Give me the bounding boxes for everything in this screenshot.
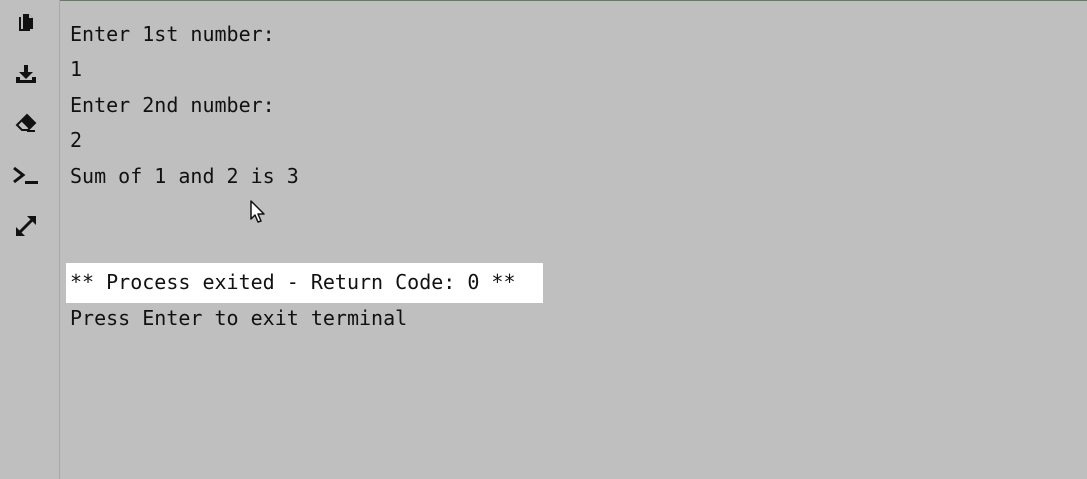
- terminal-icon: [13, 166, 38, 184]
- clear-button[interactable]: [10, 107, 42, 139]
- output-line: Enter 2nd number:: [70, 93, 275, 117]
- terminal-mode-button[interactable]: [10, 159, 42, 191]
- eraser-icon: [15, 113, 37, 132]
- download-button[interactable]: [10, 58, 42, 90]
- mouse-cursor-icon: [250, 200, 265, 223]
- exit-prompt: Press Enter to exit terminal: [70, 306, 408, 330]
- output-line: 1: [70, 57, 83, 81]
- download-icon: [16, 65, 36, 83]
- expand-icon: [16, 216, 36, 236]
- output-line: Sum of 1 and 2 is 3: [70, 164, 299, 188]
- copy-button[interactable]: [10, 7, 42, 39]
- terminal-toolbar: [0, 0, 60, 479]
- output-line: Enter 1st number:: [70, 22, 275, 46]
- copy-icon: [19, 14, 33, 31]
- output-line: 2: [70, 128, 83, 152]
- process-exit-message: ** Process exited - Return Code: 0 **: [70, 270, 516, 294]
- terminal-output[interactable]: Enter 1st number: 1 Enter 2nd number: 2 …: [60, 0, 1087, 479]
- online-compiler-terminal: Enter 1st number: 1 Enter 2nd number: 2 …: [0, 0, 1087, 479]
- expand-button[interactable]: [10, 210, 42, 242]
